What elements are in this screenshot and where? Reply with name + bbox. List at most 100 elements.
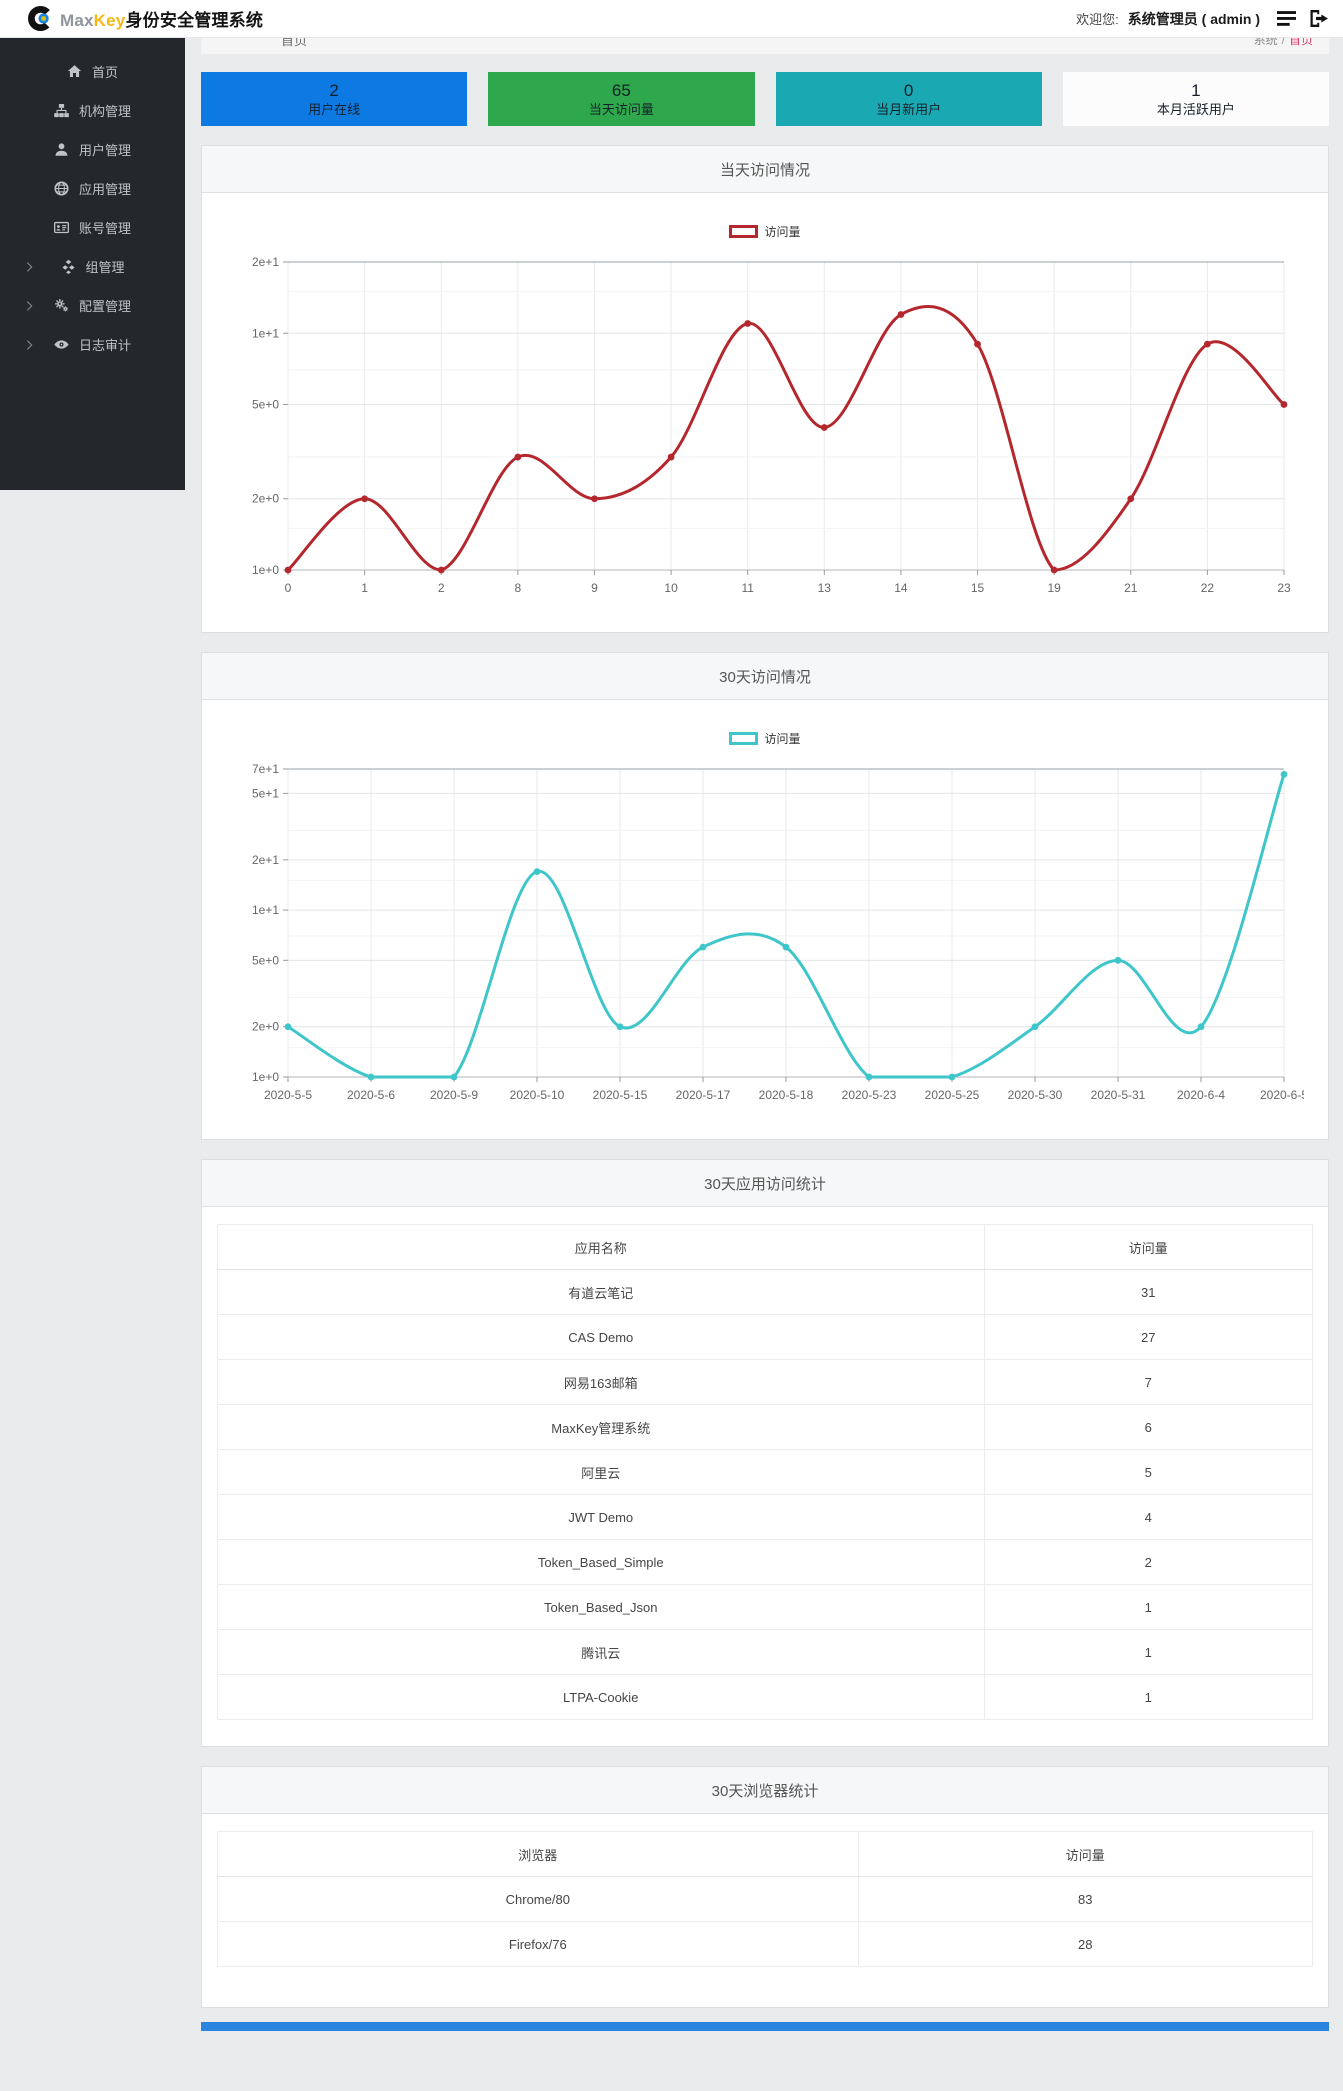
- sidebar-item-label: 组管理: [85, 260, 125, 275]
- stat-value: 0: [903, 81, 914, 100]
- panel-today-visits: 当天访问情况 访问量 2e+1 1e+1 5e+0 2e+0 1e+0 0 1 2 8 9 10 11…: [201, 145, 1329, 633]
- table-cell: 1: [983, 1584, 1313, 1630]
- panel-title: 30天访问情况: [202, 653, 1328, 700]
- current-user: 系统管理员 ( admin ): [1127, 10, 1260, 27]
- panel-title: 30天应用访问统计: [202, 1160, 1328, 1207]
- svg-text:5e+0: 5e+0: [252, 953, 279, 967]
- table-cell: LTPA-Cookie: [217, 1674, 985, 1720]
- svg-text:1e+1: 1e+1: [252, 326, 279, 340]
- panel-browser-stats: 30天浏览器统计 浏览器 访问量 Chrome/80 83 Firefox/76 28: [201, 1766, 1329, 2008]
- svg-text:23: 23: [1277, 581, 1291, 595]
- sidebar-item-apps[interactable]: 应用管理: [0, 169, 185, 208]
- browser-visits-table: 浏览器 访问量 Chrome/80 83 Firefox/76 28: [217, 1831, 1314, 1967]
- cubes-icon: [60, 259, 76, 274]
- today-visits-line-chart: 2e+1 1e+1 5e+0 2e+0 1e+0 0 1 2 8 9 10 11 13 14 15 19 21 2…: [252, 255, 1291, 595]
- app-title: MaxKey身份安全管理系统: [60, 11, 264, 30]
- sidebar-item-groups[interactable]: 组管理: [0, 247, 185, 286]
- svg-text:21: 21: [1124, 581, 1138, 595]
- stat-value: 1: [1191, 81, 1201, 100]
- table-cell: 5: [983, 1449, 1313, 1495]
- sidebar-item-label: 配置管理: [78, 299, 131, 314]
- table-cell: 1: [983, 1674, 1313, 1720]
- svg-text:2020-5-31: 2020-5-31: [1091, 1088, 1146, 1102]
- panel-title: 30天浏览器统计: [202, 1767, 1328, 1814]
- sidebar-item-home[interactable]: 首页: [0, 52, 185, 91]
- table-cell: 4: [983, 1494, 1313, 1540]
- svg-text:2e+1: 2e+1: [252, 255, 279, 269]
- eye-icon: [54, 337, 70, 352]
- welcome-label: 欢迎您:: [1076, 12, 1119, 27]
- table-header-row: 浏览器 访问量: [217, 1831, 1314, 1877]
- chart-grid: 7e+1 5e+1 2e+1 1e+1 5e+0 2e+0 1e+0: [252, 762, 1285, 1084]
- home-icon: [67, 64, 83, 79]
- svg-text:2020-5-23: 2020-5-23: [842, 1088, 897, 1102]
- stat-card: 65 当天访问量: [488, 72, 755, 126]
- sidebar-item-org[interactable]: 机构管理: [0, 91, 185, 130]
- sidebar-item-label: 机构管理: [78, 104, 131, 119]
- chart-x-axis: 0 1 2 8 9 10 11 13 14 15 19 21 22 23: [285, 570, 1291, 595]
- sidebar-nav: 首页机构管理用户管理应用管理 账号管理组管理配置管理日志审计: [0, 38, 185, 490]
- sidebar-item-audit[interactable]: 日志审计: [0, 325, 185, 364]
- sidebar-item-accounts[interactable]: 账号管理: [0, 208, 185, 247]
- sidebar-item-label: 首页: [91, 65, 118, 80]
- table-header-cell: 应用名称: [217, 1224, 985, 1270]
- maxkey-logo-icon: [28, 5, 55, 32]
- table-header-row: 应用名称 访问量: [217, 1224, 1313, 1270]
- svg-text:22: 22: [1201, 581, 1215, 595]
- series-points: [284, 311, 1288, 574]
- sidebar-item-label: 用户管理: [78, 143, 131, 158]
- sidebar-item-users[interactable]: 用户管理: [0, 130, 185, 169]
- idcard-icon: [54, 220, 70, 235]
- table-header-cell: 访问量: [857, 1831, 1314, 1877]
- svg-text:2e+0: 2e+0: [252, 492, 279, 506]
- table-row: Token_Based_Simple 2: [217, 1539, 1313, 1585]
- legend-label: 访问量: [764, 732, 801, 746]
- stat-card: 1 本月活跃用户: [1062, 72, 1329, 126]
- panel-title: 当天访问情况: [202, 146, 1328, 193]
- top-header: MaxKey身份安全管理系统 欢迎您: 系统管理员 ( admin ): [0, 0, 1343, 38]
- stat-label: 当月新用户: [876, 102, 942, 117]
- sign-out-icon: [1309, 10, 1329, 27]
- table-cell: 83: [857, 1876, 1314, 1922]
- brand: MaxKey身份安全管理系统: [28, 5, 263, 32]
- sidebar-item-config[interactable]: 配置管理: [0, 286, 185, 325]
- list-icon: [1277, 11, 1296, 26]
- globe-icon: [54, 181, 70, 196]
- stat-value: 2: [329, 81, 339, 100]
- table-cell: 6: [983, 1404, 1313, 1450]
- table-row: CAS Demo 27: [217, 1314, 1313, 1360]
- table-cell: 27: [983, 1314, 1313, 1360]
- stat-card: 2 用户在线: [201, 72, 468, 126]
- table-cell: 7: [983, 1359, 1313, 1405]
- table-cell: 阿里云: [217, 1449, 985, 1495]
- table-cell: Token_Based_Simple: [217, 1539, 985, 1585]
- svg-text:1: 1: [361, 581, 368, 595]
- svg-text:2e+0: 2e+0: [252, 1020, 279, 1034]
- svg-text:14: 14: [894, 581, 908, 595]
- svg-text:5e+0: 5e+0: [252, 398, 279, 412]
- svg-text:2020-5-5: 2020-5-5: [264, 1088, 312, 1102]
- table-cell: 网易163邮箱: [217, 1359, 985, 1405]
- logout-button[interactable]: [1307, 8, 1331, 29]
- table-header-cell: 访问量: [983, 1224, 1313, 1270]
- table-row: 网易163邮箱 7: [217, 1359, 1313, 1405]
- menu-toggle-button[interactable]: [1275, 9, 1298, 28]
- table-cell: 31: [983, 1269, 1313, 1315]
- table-row: Chrome/80 83: [217, 1876, 1314, 1922]
- panel-30day-visits: 30天访问情况 访问量 7e+1 5e+1 2e+1 1e+1 5e+0 2e+0 1e+0…: [201, 652, 1329, 1140]
- table-row: Token_Based_Json 1: [217, 1584, 1313, 1630]
- legend-visits[interactable]: 访问量: [210, 223, 1320, 240]
- svg-text:2020-6-4: 2020-6-4: [1177, 1088, 1225, 1102]
- svg-text:2020-5-17: 2020-5-17: [676, 1088, 731, 1102]
- table-row: MaxKey管理系统 6: [217, 1404, 1313, 1450]
- legend-label: 访问量: [764, 225, 801, 239]
- svg-text:2020-5-25: 2020-5-25: [925, 1088, 980, 1102]
- stat-label: 本月活跃用户: [1156, 102, 1235, 117]
- legend-visits[interactable]: 访问量: [210, 730, 1320, 747]
- svg-text:1e+0: 1e+0: [252, 563, 279, 577]
- svg-text:2020-5-10: 2020-5-10: [510, 1088, 565, 1102]
- svg-text:1e+0: 1e+0: [252, 1070, 279, 1084]
- table-cell: CAS Demo: [217, 1314, 985, 1360]
- table-cell: 腾讯云: [217, 1629, 985, 1675]
- chart-x-axis: 2020-5-5 2020-5-6 2020-5-9 2020-5-10 2020-5-…: [264, 1077, 1304, 1102]
